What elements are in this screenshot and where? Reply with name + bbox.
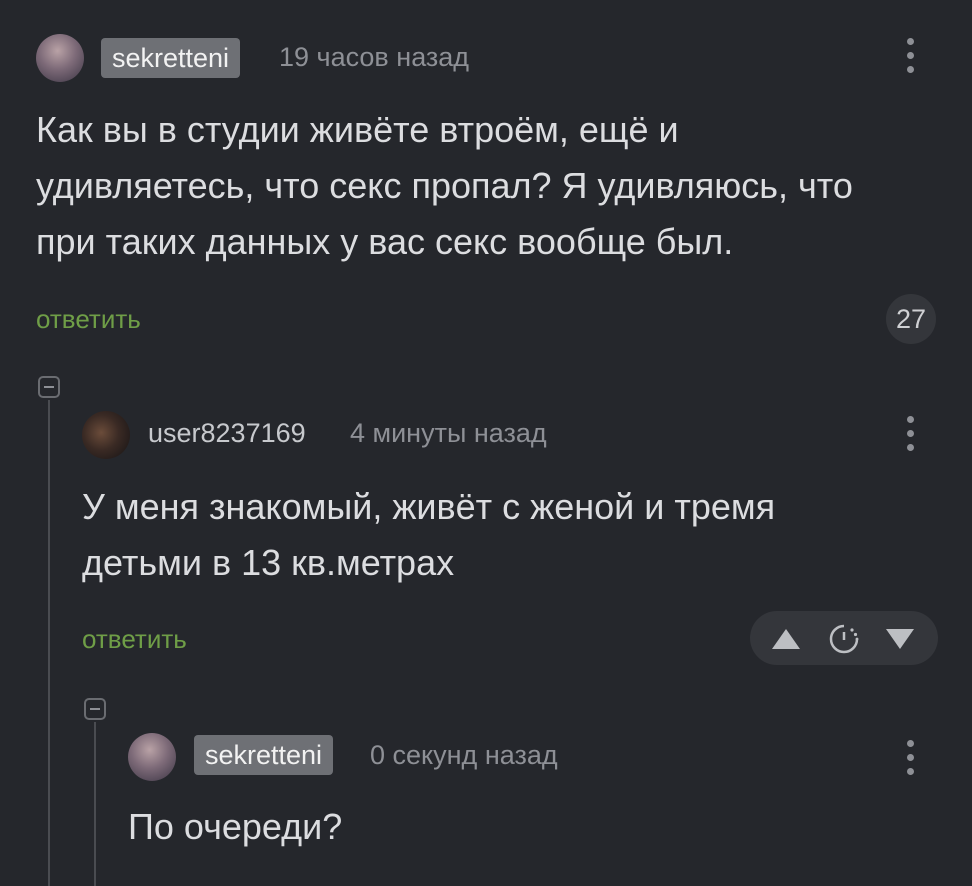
- author-name[interactable]: sekretteni: [194, 735, 334, 775]
- triangle-up-icon[interactable]: [772, 629, 800, 649]
- comment-text-line: при таких данных у вас секс вообще был.: [36, 221, 734, 262]
- avatar[interactable]: [128, 733, 176, 781]
- comment-text-line: детьми в 13 кв.метрах: [82, 542, 455, 583]
- avatar[interactable]: [82, 411, 130, 459]
- avatar[interactable]: [36, 34, 84, 82]
- comment-time: 19 часов назад: [279, 42, 470, 72]
- reply-link[interactable]: ответить: [36, 304, 141, 335]
- thread-line[interactable]: [48, 400, 50, 886]
- comment-text-line: Как вы в студии живёте втроём, ещё и: [36, 109, 679, 150]
- thread-line[interactable]: [94, 722, 96, 886]
- triangle-down-icon[interactable]: [886, 629, 914, 649]
- vote-controls: [750, 611, 938, 665]
- kebab-menu-icon[interactable]: [904, 38, 916, 78]
- collapse-minus-icon[interactable]: [38, 376, 60, 398]
- collapse-minus-icon[interactable]: [84, 698, 106, 720]
- clock-icon[interactable]: [828, 623, 860, 655]
- reply-link[interactable]: ответить: [82, 624, 187, 655]
- comment-text-line: У меня знакомый, живёт с женой и тремя: [82, 486, 776, 527]
- comment-time: 0 секунд назад: [370, 740, 558, 770]
- comment-text-line: удивляетесь, что секс пропал? Я удивляюс…: [36, 165, 853, 206]
- rating-badge: 27: [886, 294, 936, 344]
- kebab-menu-icon[interactable]: [904, 740, 916, 780]
- comment-time: 4 минуты назад: [350, 418, 547, 448]
- kebab-menu-icon[interactable]: [904, 416, 916, 456]
- author-name[interactable]: sekretteni: [101, 38, 241, 78]
- comment-text-line: По очереди?: [128, 806, 343, 847]
- author-name[interactable]: user8237169: [148, 418, 306, 449]
